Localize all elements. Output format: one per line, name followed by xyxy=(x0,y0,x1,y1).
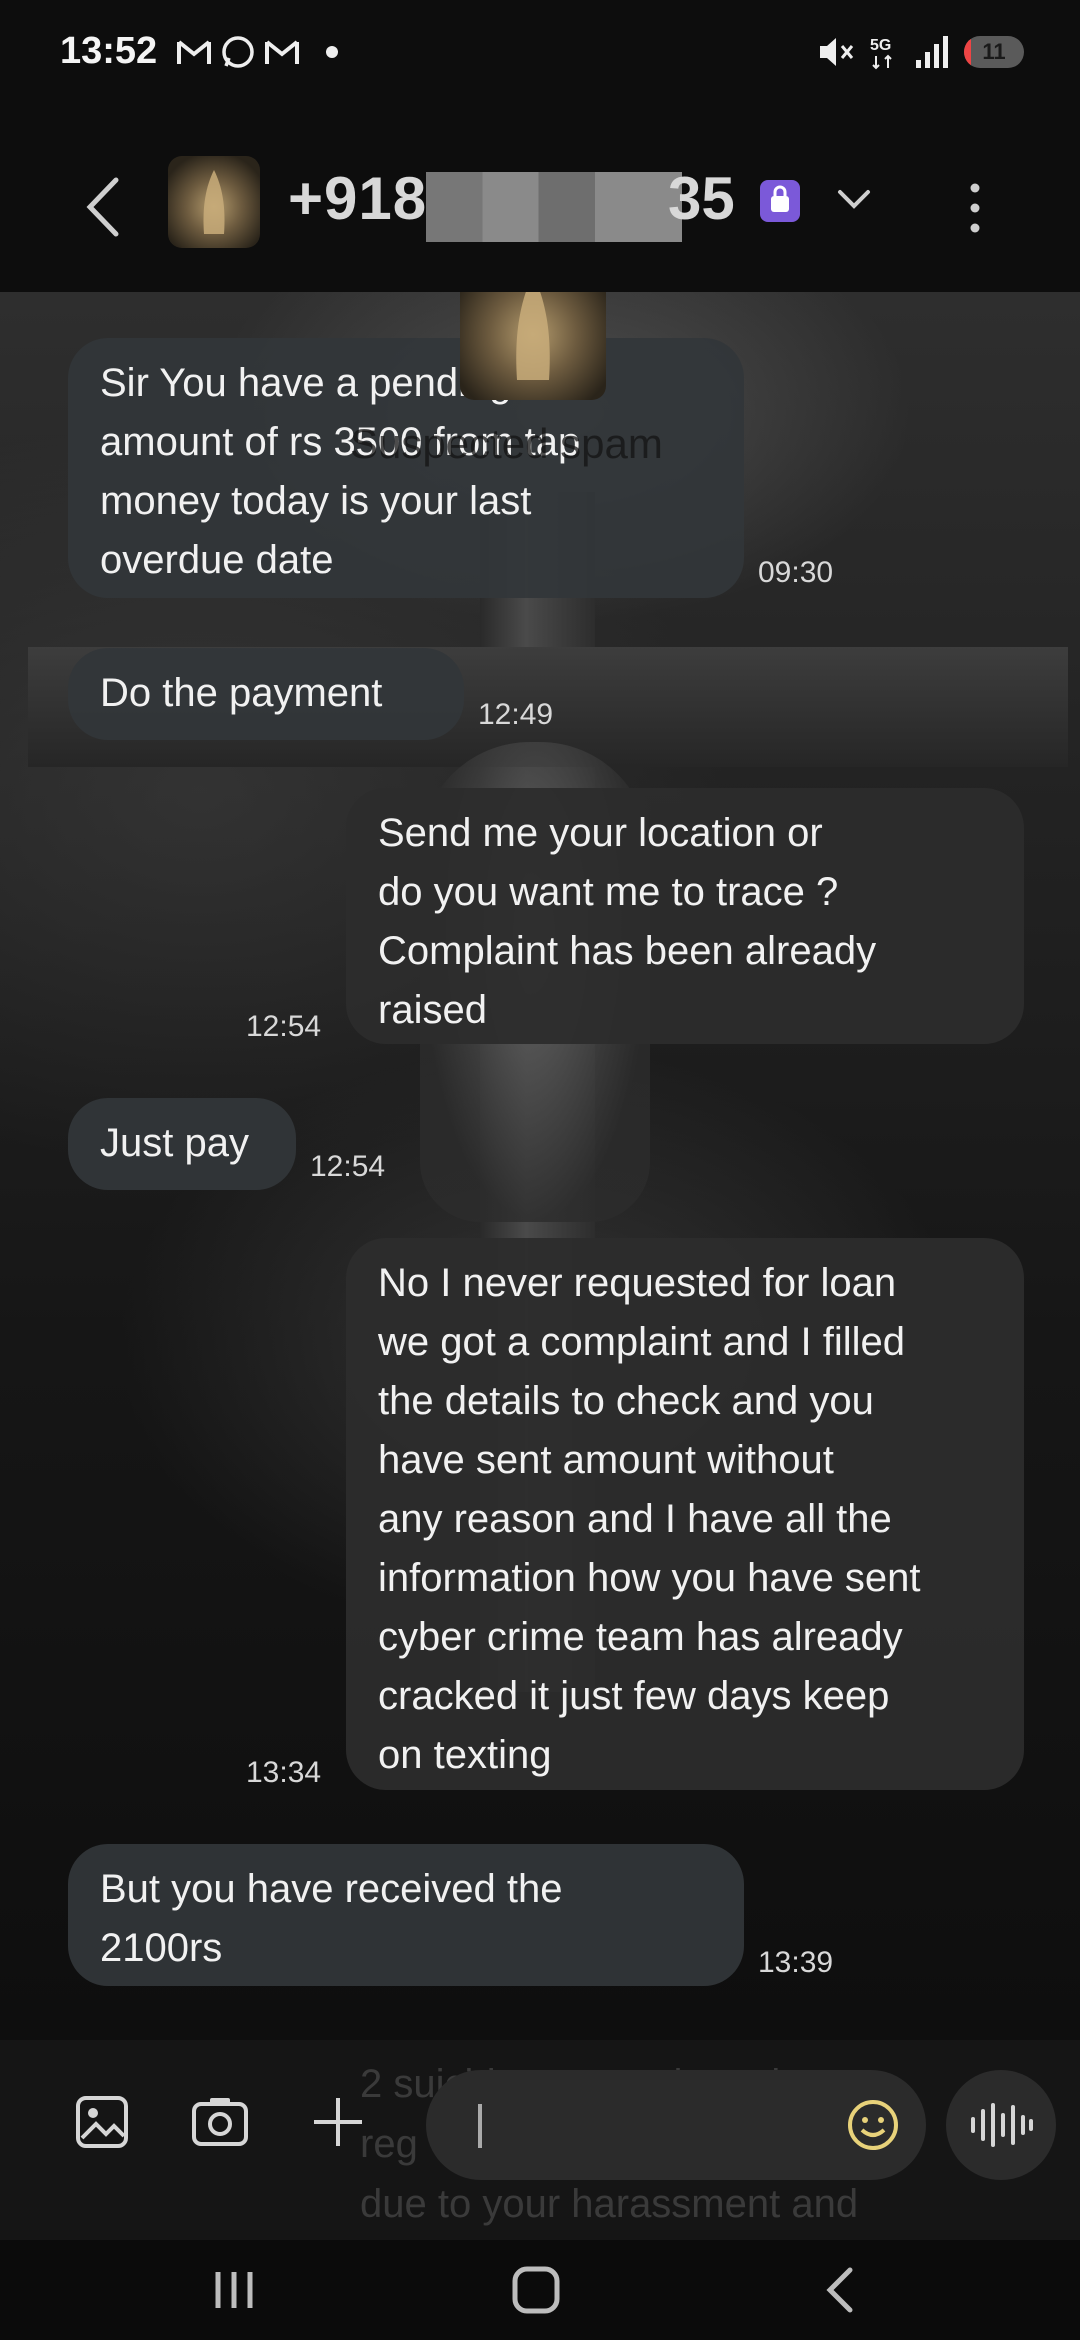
contact-avatar[interactable] xyxy=(168,156,260,248)
message-bubble-outgoing[interactable]: Send me your location or do you want me … xyxy=(346,788,1024,1044)
message-time: 13:34 xyxy=(246,1756,322,1789)
status-bar: 13:52 5G 11 xyxy=(0,0,1080,112)
5g-signal-icon: 5G xyxy=(870,37,892,70)
battery-level: 11 xyxy=(982,39,1006,64)
back-nav-icon[interactable] xyxy=(820,2266,860,2314)
message-time: 09:30 xyxy=(758,556,834,589)
gmail-icon xyxy=(177,40,211,64)
message-time: 12:49 xyxy=(478,698,554,731)
text-cursor xyxy=(478,2104,482,2148)
message-bubble-incoming[interactable]: Sir You have a pending loan amount of rs… xyxy=(68,338,744,598)
system-navigation-bar xyxy=(0,2240,1080,2340)
svg-text:5G: 5G xyxy=(870,37,891,54)
message-bubble-incoming[interactable]: But you have received the 2100rs xyxy=(68,1844,744,1986)
redacted-number-segment xyxy=(426,172,682,242)
message-input[interactable] xyxy=(426,2070,926,2180)
mute-icon xyxy=(820,38,854,66)
battery-indicator: 11 xyxy=(964,36,1024,68)
message-time: 12:54 xyxy=(246,1010,322,1043)
voice-input-button[interactable] xyxy=(946,2070,1056,2180)
message-bubble-incoming[interactable]: Just pay xyxy=(68,1098,296,1190)
message-bubble-incoming[interactable]: Do the payment xyxy=(68,648,464,740)
contact-number-start[interactable]: +918 xyxy=(288,164,427,233)
status-time: 13:52 xyxy=(60,30,158,72)
contact-number-end[interactable]: 35 xyxy=(668,164,735,233)
back-icon[interactable] xyxy=(78,172,128,242)
voice-wave-icon xyxy=(971,2103,1033,2147)
signal-strength-icon xyxy=(916,36,948,68)
emoji-icon[interactable] xyxy=(846,2098,900,2152)
praying-hands-image xyxy=(203,170,225,234)
whatsapp-icon xyxy=(222,36,254,68)
message-time: 12:54 xyxy=(310,1150,386,1183)
recent-apps-icon[interactable] xyxy=(210,2268,258,2312)
conversation-header: +918 35 xyxy=(0,112,1080,292)
more-options-icon[interactable] xyxy=(960,178,990,238)
praying-hands-image-large xyxy=(516,292,550,380)
chevron-down-icon[interactable] xyxy=(836,184,872,214)
gmail-icon-2 xyxy=(265,40,299,64)
more-notifications-dot xyxy=(326,46,338,58)
suspected-spam-label: Suspected spam xyxy=(350,420,663,467)
system-status-icons: 5G 11 xyxy=(816,34,1024,70)
contact-avatar-large xyxy=(460,292,606,400)
home-icon[interactable] xyxy=(510,2264,562,2316)
message-list[interactable]: Sir You have a pending loan amount of rs… xyxy=(0,292,1080,2040)
add-icon[interactable] xyxy=(310,2094,366,2150)
message-bubble-outgoing[interactable]: No I never requested for loan we got a c… xyxy=(346,1238,1024,1790)
shopping-bag-icon xyxy=(760,180,800,222)
notification-icons xyxy=(176,34,338,70)
message-composer: 2 suicide attempt have been reg due to y… xyxy=(0,2040,1080,2286)
gallery-icon[interactable] xyxy=(74,2094,130,2150)
camera-icon[interactable] xyxy=(190,2096,250,2148)
message-time: 13:39 xyxy=(758,1946,834,1979)
